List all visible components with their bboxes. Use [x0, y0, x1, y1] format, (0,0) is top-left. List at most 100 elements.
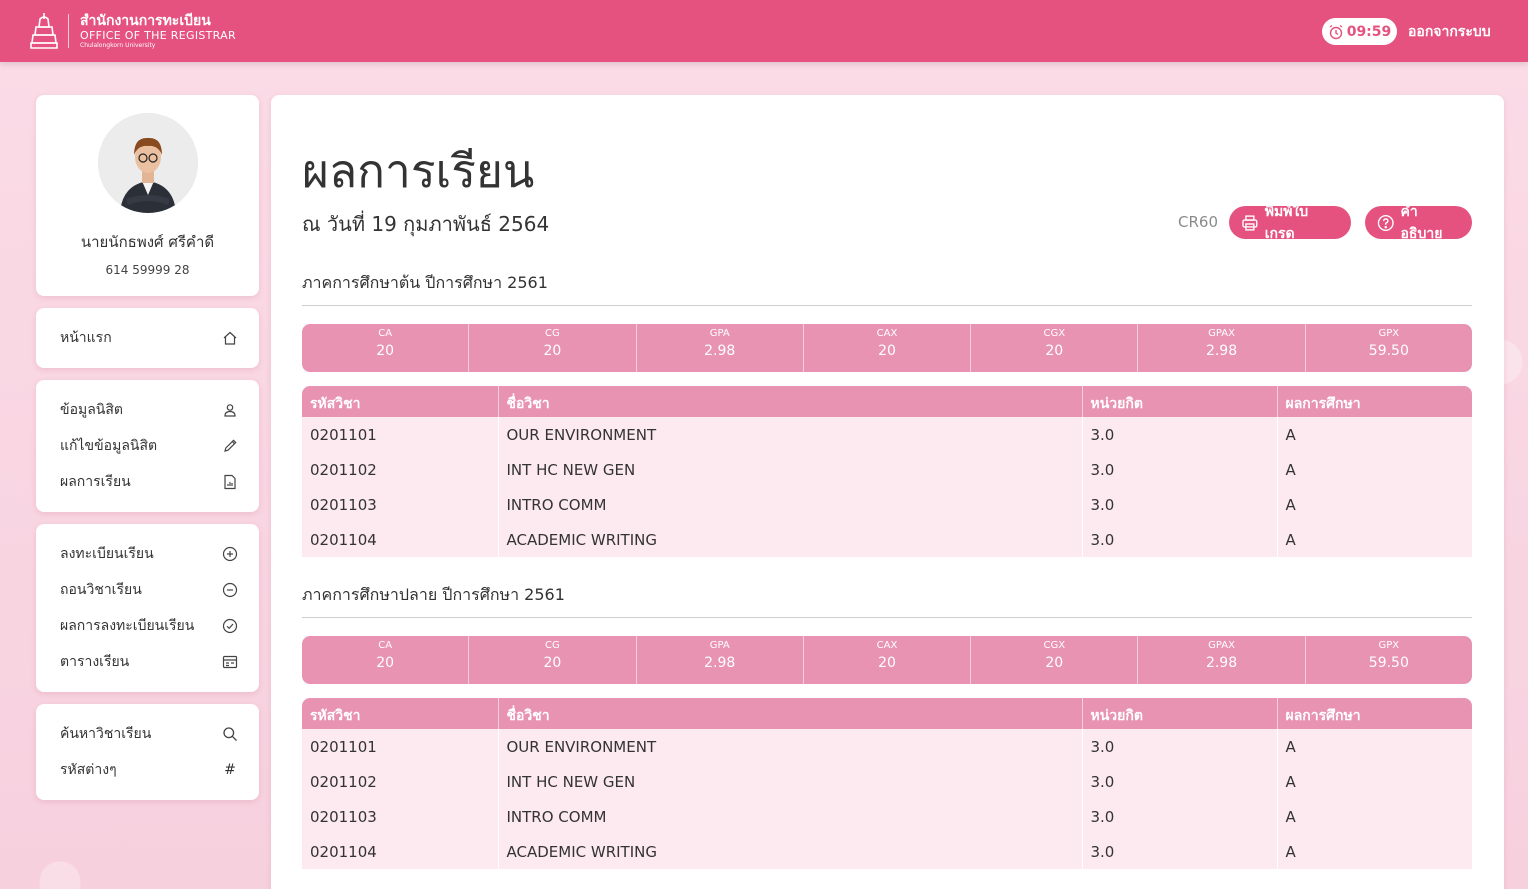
sidebar-item-registration-results[interactable]: ผลการลงทะเบียนเรียน: [60, 614, 238, 638]
profile-card: นายนักธพงศ์ ศรีคำดี 614 59999 28: [36, 95, 259, 296]
column-header-name: ชื่อวิชา: [498, 386, 1083, 417]
calendar-icon: [222, 655, 238, 669]
course-credit: 3.0: [1082, 452, 1278, 487]
course-credit: 3.0: [1082, 764, 1278, 799]
stat-value: 20: [376, 655, 395, 671]
course-name: INT HC NEW GEN: [498, 764, 1083, 799]
explanation-button[interactable]: คำอธิบาย: [1365, 204, 1472, 242]
course-code: 0201101: [302, 729, 499, 764]
stat-cgx: CGX 20: [971, 636, 1139, 684]
search-card: ค้นหาวิชาเรียน รหัสต่างๆ #: [36, 704, 259, 800]
sidebar-item-student-info[interactable]: ข้อมูลนิสิต: [60, 398, 238, 422]
course-grade: A: [1277, 417, 1472, 452]
sidebar-item-codes[interactable]: รหัสต่างๆ #: [60, 758, 238, 782]
column-header-grade: ผลการศึกษา: [1277, 386, 1472, 417]
stat-label: CA: [378, 640, 393, 651]
course-code: 0201102: [302, 452, 499, 487]
stat-value: 2.98: [704, 343, 736, 359]
sidebar-item-label: ลงทะเบียนเรียน: [60, 546, 154, 562]
course-grade: A: [1277, 764, 1472, 799]
pencil-icon: [224, 439, 237, 452]
top-bar: สำนักงานการทะเบียน OFFICE OF THE REGISTR…: [0, 0, 1528, 62]
alarm-clock-icon: [1329, 24, 1343, 39]
print-grade-button[interactable]: พิมพ์ใบเกรด: [1229, 204, 1351, 242]
plus-circle-icon: [222, 546, 238, 562]
stat-label: CAX: [876, 640, 898, 651]
column-header-credit: หน่วยกิต: [1082, 386, 1278, 417]
table-row: 0201103 INTRO COMM 3.0 A: [302, 487, 1472, 522]
stat-value: 20: [376, 343, 395, 359]
stat-cax: CAX 20: [804, 636, 972, 684]
session-timer: 09:59: [1322, 18, 1397, 45]
logout-link[interactable]: ออกจากระบบ: [1408, 21, 1491, 43]
stat-value: 20: [1045, 343, 1064, 359]
stat-label: CGX: [1043, 640, 1066, 651]
stat-label: GPX: [1378, 640, 1400, 651]
print-grade-label: พิมพ์ใบเกรด: [1264, 203, 1309, 242]
stat-label: GPAX: [1208, 328, 1235, 339]
sidebar-item-course-search[interactable]: ค้นหาวิชาเรียน: [60, 722, 238, 746]
stat-label: GPA: [709, 328, 730, 339]
sidebar-item-label: ผลการลงทะเบียนเรียน: [60, 618, 195, 634]
help-circle-icon: [1377, 214, 1394, 231]
course-credit: 3.0: [1082, 834, 1278, 869]
sidebar-item-edit-info[interactable]: แก้ไขข้อมูลนิสิต: [60, 434, 238, 458]
stat-cg: CG 20: [469, 324, 637, 372]
grade-table: รหัสวิชา ชื่อวิชา หน่วยกิต ผลการศึกษา 02…: [302, 698, 1472, 869]
registrar-logo[interactable]: สำนักงานการทะเบียน OFFICE OF THE REGISTR…: [30, 11, 236, 51]
stat-value: 2.98: [704, 655, 736, 671]
sidebar-item-register[interactable]: ลงทะเบียนเรียน: [60, 542, 238, 566]
sidebar-item-home[interactable]: หน้าแรก: [60, 326, 238, 350]
grade-table: รหัสวิชา ชื่อวิชา หน่วยกิต ผลการศึกษา 02…: [302, 386, 1472, 557]
check-circle-icon: [222, 618, 238, 634]
table-row: 0201101 OUR ENVIRONMENT 3.0 A: [302, 417, 1472, 452]
student-id: 614 59999 28: [105, 263, 190, 277]
stat-value: 59.50: [1368, 655, 1409, 671]
stat-label: CG: [545, 328, 560, 339]
course-credit: 3.0: [1082, 799, 1278, 834]
course-credit: 3.0: [1082, 522, 1278, 557]
course-credit: 3.0: [1082, 729, 1278, 764]
sidebar-item-schedule[interactable]: ตารางเรียน: [60, 650, 238, 674]
stat-gpx: GPX 59.50: [1306, 636, 1472, 684]
stat-label: CAX: [876, 328, 898, 339]
sidebar-item-results[interactable]: ผลการเรียน: [60, 470, 238, 494]
course-grade: A: [1277, 834, 1472, 869]
table-row: 0201102 INT HC NEW GEN 3.0 A: [302, 764, 1472, 799]
home-icon: [223, 331, 237, 345]
column-header-code: รหัสวิชา: [302, 386, 499, 417]
table-header-row: รหัสวิชา ชื่อวิชา หน่วยกิต ผลการศึกษา: [302, 386, 1472, 417]
stat-value: 20: [878, 655, 896, 671]
registration-card: ลงทะเบียนเรียน ถอนวิชาเรียน ผลการลงทะเบี…: [36, 524, 259, 692]
sidebar-item-label: แก้ไขข้อมูลนิสิต: [60, 438, 158, 454]
stat-gpax: GPAX 2.98: [1138, 636, 1306, 684]
sidebar-item-withdraw[interactable]: ถอนวิชาเรียน: [60, 578, 238, 602]
explanation-label: คำอธิบาย: [1400, 203, 1443, 242]
stat-label: GPX: [1378, 328, 1400, 339]
column-header-credit: หน่วยกิต: [1082, 698, 1278, 729]
stat-value: 20: [543, 343, 562, 359]
report-document-icon: [224, 474, 236, 490]
course-grade: A: [1277, 487, 1472, 522]
sidebar-item-label: ผลการเรียน: [60, 474, 131, 490]
course-credit: 3.0: [1082, 417, 1278, 452]
course-code: 0201102: [302, 764, 499, 799]
divider: [302, 617, 1472, 618]
course-code: 0201101: [302, 417, 499, 452]
printer-icon: [1242, 214, 1258, 231]
course-name: OUR ENVIRONMENT: [498, 417, 1083, 452]
stat-value: 20: [543, 655, 562, 671]
minus-circle-icon: [222, 582, 238, 598]
logo-title-th: สำนักงานการทะเบียน: [80, 12, 211, 29]
logo-text: สำนักงานการทะเบียน OFFICE OF THE REGISTR…: [80, 14, 236, 49]
main-content: ผลการเรียน ณ วันที่ 19 กุมภาพันธ์ 2564 C…: [271, 95, 1504, 889]
home-card: หน้าแรก: [36, 308, 259, 368]
semester-title: ภาคการศึกษาปลาย ปีการศึกษา 2561: [302, 585, 565, 604]
table-header-row: รหัสวิชา ชื่อวิชา หน่วยกิต ผลการศึกษา: [302, 698, 1472, 729]
semester-title: ภาคการศึกษาต้น ปีการศึกษา 2561: [302, 273, 548, 292]
table-row: 0201101 OUR ENVIRONMENT 3.0 A: [302, 729, 1472, 764]
sidebar-item-label: ถอนวิชาเรียน: [60, 582, 142, 598]
timer-value: 09:59: [1346, 23, 1392, 40]
grade-summary-bar: CA 20 CG 20 GPA 2.98 CAX 20 CGX 20 GPAX 2.98 G…: [302, 636, 1472, 684]
stat-ca: CA 20: [302, 324, 470, 372]
